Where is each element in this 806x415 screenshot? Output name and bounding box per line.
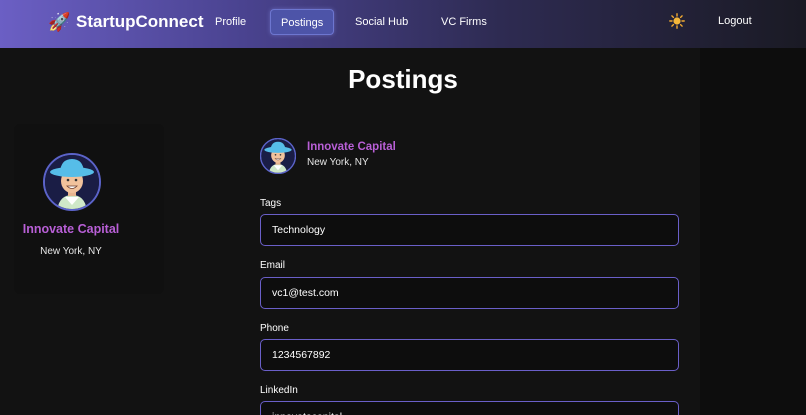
profile-card-name[interactable]: Innovate Capital (14, 222, 128, 236)
phone-label: Phone (260, 323, 289, 334)
nav-link-postings[interactable]: Postings (270, 9, 335, 35)
phone-field[interactable]: 1234567892 (260, 339, 679, 371)
email-value: vc1@test.com (272, 287, 339, 299)
tags-value: Technology (272, 224, 326, 236)
page-title: Postings (348, 64, 458, 94)
email-label: Email (260, 260, 286, 271)
profile-card-location: New York, NY (40, 246, 102, 257)
brand-link[interactable]: 🚀 StartupConnect (48, 11, 204, 33)
nav-link-social-hub[interactable]: Social Hub (345, 9, 418, 35)
nav-link-profile[interactable]: Profile (205, 9, 256, 35)
email-field[interactable]: vc1@test.com (260, 277, 679, 309)
nav-link-vc-firms[interactable]: VC Firms (431, 9, 497, 35)
logout-button[interactable]: Logout (718, 15, 752, 27)
linkedin-label: LinkedIn (260, 385, 298, 396)
avatar (43, 153, 101, 211)
tags-field[interactable]: Technology (260, 214, 679, 246)
phone-value: 1234567892 (272, 349, 331, 361)
navbar: 🚀 StartupConnect Profile Postings Social… (0, 0, 806, 48)
posting-avatar (259, 137, 297, 175)
sun-icon[interactable] (668, 12, 686, 30)
linkedin-field[interactable]: innovatecapital (260, 401, 679, 415)
brand-name: StartupConnect (76, 12, 204, 31)
posting-author-name[interactable]: Innovate Capital (307, 141, 396, 153)
rocket-icon: 🚀 (48, 12, 71, 32)
linkedin-value: innovatecapital (272, 411, 342, 415)
tags-label: Tags (260, 198, 282, 209)
posting-author-location: New York, NY (307, 157, 369, 168)
